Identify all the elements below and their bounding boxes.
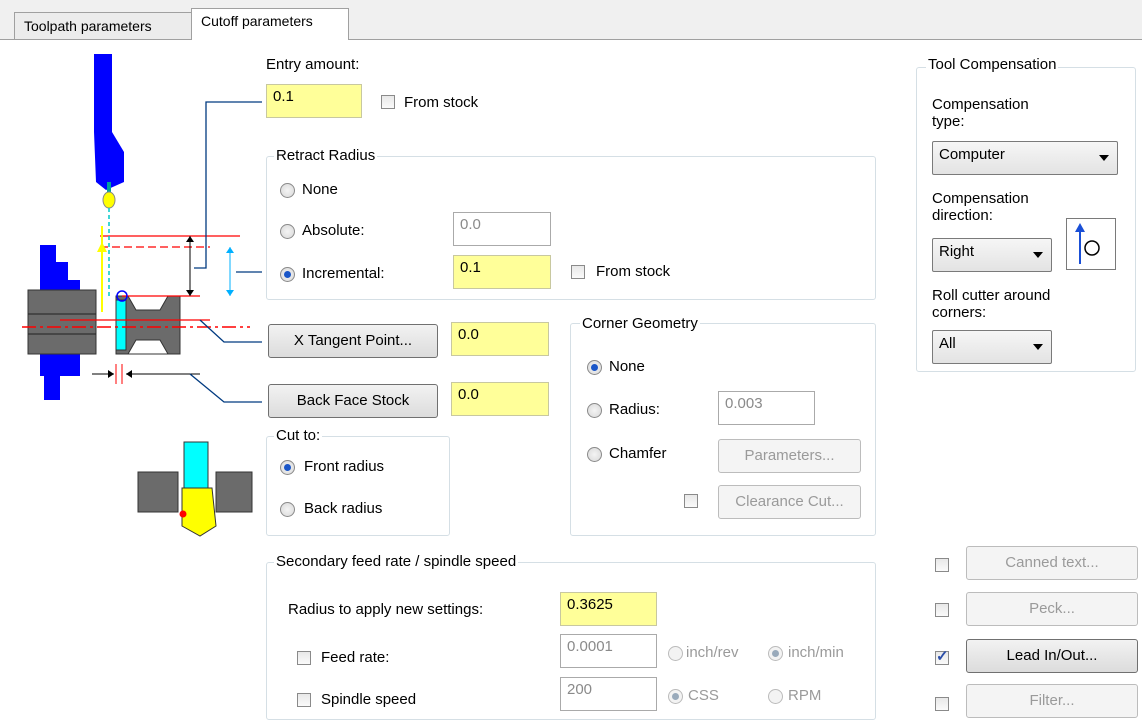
cutoff-diagram [22,54,262,537]
chevron-down-icon [1033,252,1043,258]
back-face-input[interactable]: 0.0 [451,382,549,416]
back-face-stock-button[interactable]: Back Face Stock [268,384,438,418]
retract-radius-title: Retract Radius [274,147,378,164]
compensation-type-label: Compensation type: [932,96,1029,130]
entry-from-stock-checkbox[interactable] [381,95,395,109]
filter-button[interactable]: Filter... [966,684,1138,718]
css-radio[interactable] [668,689,683,704]
corner-parameters-button[interactable]: Parameters... [718,439,861,473]
cut-to-title: Cut to: [274,427,323,444]
radius-new-settings-input[interactable]: 0.3625 [560,592,657,626]
cut-back-radius-radio[interactable] [280,502,295,517]
tool-compensation-title: Tool Compensation [926,56,1059,73]
x-tangent-input[interactable]: 0.0 [451,322,549,356]
feed-rate-input[interactable]: 0.0001 [560,634,657,668]
retract-absolute-label: Absolute: [302,222,365,239]
feed-rate-label: Feed rate: [321,649,390,666]
corner-chamfer-label: Chamfer [609,445,667,462]
clearance-cut-checkbox[interactable] [684,494,698,508]
canned-text-checkbox[interactable] [935,558,949,572]
compensation-direction-label: Compensation direction: [932,190,1029,224]
filter-checkbox[interactable] [935,697,949,711]
roll-cutter-value: All [939,335,956,352]
peck-button[interactable]: Peck... [966,592,1138,626]
rpm-label: RPM [788,687,822,704]
retract-absolute-input[interactable]: 0.0 [453,212,551,246]
chevron-down-icon [1033,344,1043,350]
inch-rev-radio[interactable] [668,646,683,661]
retract-incremental-radio[interactable] [280,267,295,282]
insert-shank [183,441,209,489]
retract-incremental-label: Incremental: [302,265,385,282]
corner-radius-input[interactable]: 0.003 [718,391,815,425]
upper-tool-tip [102,191,116,209]
x-tangent-point-button[interactable]: X Tangent Point... [268,324,438,358]
corner-radius-label: Radius: [609,401,660,418]
tab-cutoff-parameters[interactable]: Cutoff parameters [191,8,349,40]
retract-from-stock-label: From stock [596,263,671,280]
css-label: CSS [688,687,719,704]
entry-from-stock-label: From stock [404,94,479,111]
roll-cutter-select[interactable]: All [932,330,1052,364]
retract-none-label: None [302,181,338,198]
upper-tool-neck [107,182,111,192]
compensation-direction-value: Right [939,243,975,260]
feed-rate-checkbox[interactable] [297,651,311,665]
spindle-speed-checkbox[interactable] [297,693,311,707]
retract-none-radio[interactable] [280,183,295,198]
retract-incremental-input[interactable]: 0.1 [453,255,551,289]
canned-text-button[interactable]: Canned text... [966,546,1138,580]
compensation-direction-icon [1066,218,1116,270]
tab-bar: Toolpath parameters Cutoff parameters [0,0,1142,40]
compensation-type-value: Computer [939,146,1005,163]
lead-in-out-checkbox[interactable] [935,647,949,665]
inch-rev-label: inch/rev [686,644,739,661]
cut-to-group [266,436,450,536]
spindle-speed-input[interactable]: 200 [560,677,657,711]
entry-leader [194,101,262,269]
retract-from-stock-checkbox[interactable] [571,265,585,279]
tab-toolpath-parameters[interactable]: Toolpath parameters [14,12,192,39]
corner-chamfer-radio[interactable] [587,447,602,462]
corner-none-label: None [609,358,645,375]
spindle-speed-label: Spindle speed [321,691,417,708]
backface-leader [189,373,262,403]
entry-amount-input[interactable]: 0.1 [266,84,362,118]
chevron-down-icon [1099,155,1109,161]
xtangent-leader [199,319,262,343]
corner-geometry-title: Corner Geometry [580,315,700,332]
insert-tip [181,487,217,537]
compensation-direction-select[interactable]: Right [932,238,1052,272]
retract-absolute-radio[interactable] [280,224,295,239]
lead-in-out-button[interactable]: Lead In/Out... [966,639,1138,673]
compensation-type-select[interactable]: Computer [932,141,1118,175]
inch-min-label: inch/min [788,644,844,661]
radius-new-settings-label: Radius to apply new settings: [288,601,484,618]
cut-front-radius-radio[interactable] [280,460,295,475]
rpm-radio[interactable] [768,689,783,704]
inch-min-radio[interactable] [768,646,783,661]
peck-checkbox[interactable] [935,603,949,617]
corner-none-radio[interactable] [587,360,602,375]
stock-bar [27,289,97,355]
secondary-feed-title: Secondary feed rate / spindle speed [274,553,519,570]
cut-back-radius-label: Back radius [304,500,383,517]
cut-front-radius-label: Front radius [304,458,385,475]
entry-amount-label: Entry amount: [266,56,360,73]
corner-radius-radio[interactable] [587,403,602,418]
clearance-cut-button[interactable]: Clearance Cut... [718,485,861,519]
upper-tool-shank [94,54,124,190]
roll-cutter-label: Roll cutter around corners: [932,287,1051,321]
